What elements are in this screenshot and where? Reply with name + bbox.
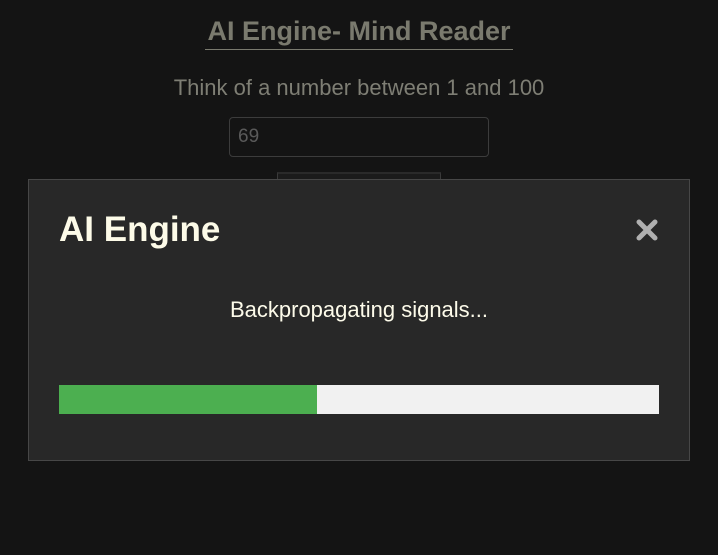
status-message: Backpropagating signals... — [229, 297, 489, 322]
instruction-text: Think of a number between 1 and 100 — [173, 75, 545, 100]
page-title: AI Engine- Mind Reader — [0, 16, 718, 50]
number-input[interactable] — [229, 117, 489, 157]
progress-bar — [59, 385, 659, 414]
progress-bar-fill — [59, 385, 317, 414]
mind-reader-page: AI Engine- Mind Reader Think of a number… — [0, 0, 718, 555]
page-title-text: AI Engine- Mind Reader — [205, 16, 513, 50]
modal-title: AI Engine — [59, 210, 221, 249]
close-icon-glyph — [636, 219, 658, 241]
close-icon[interactable] — [633, 216, 661, 244]
ai-engine-modal: AI Engine Backpropagating signals... — [28, 179, 690, 461]
